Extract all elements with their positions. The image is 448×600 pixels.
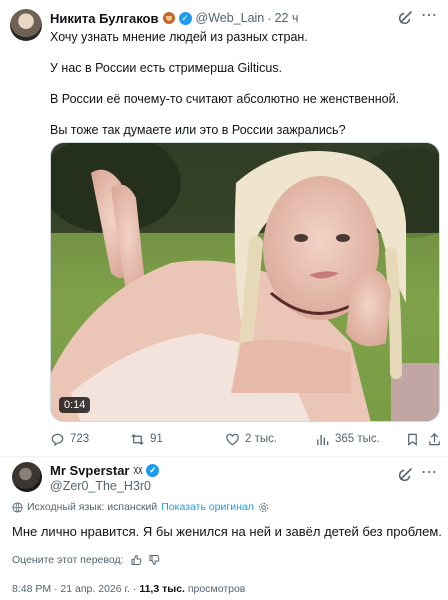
main-tweet: Никита Булгаков ✓ @Web_Lain · 22 ч ⋯ Хоч…	[0, 0, 448, 458]
share-button[interactable]	[427, 430, 442, 448]
like-count: 2 тыс.	[245, 433, 278, 445]
avatar[interactable]	[12, 462, 42, 492]
rate-label: Оцените этот перевод:	[12, 554, 124, 566]
thumbs-up-icon[interactable]	[130, 554, 142, 566]
tweet-paragraph: В России её почему-то считают абсолютно …	[50, 92, 400, 106]
views-icon	[317, 434, 329, 445]
timestamp[interactable]: 8:48 PM · 21 апр. 2026 г. ·	[12, 583, 139, 595]
more-icon[interactable]: ⋯	[421, 8, 438, 24]
tweet-meta: 8:48 PM · 21 апр. 2026 г. · 11,3 тыс. пр…	[12, 583, 245, 595]
views-button[interactable]: 365 тыс.	[315, 430, 380, 448]
bookmark-button[interactable]	[405, 430, 420, 448]
author-suffix: ᵡᵡ	[133, 463, 143, 478]
video-frame	[51, 143, 439, 421]
grok-icon[interactable]	[398, 466, 414, 482]
author-handle[interactable]: @Web_Lain	[196, 11, 265, 25]
avatar[interactable]	[10, 9, 42, 41]
grok-icon[interactable]	[398, 9, 414, 25]
tweet-time[interactable]: 22 ч	[275, 11, 299, 25]
tweet-header: Никита Булгаков ✓ @Web_Lain · 22 ч	[50, 9, 438, 27]
verified-badge-icon: ✓	[146, 464, 160, 477]
rate-translation: Оцените этот перевод:	[12, 554, 160, 566]
more-icon[interactable]: ⋯	[421, 465, 438, 481]
like-button[interactable]: 2 тыс.	[225, 430, 277, 448]
share-icon	[429, 432, 440, 445]
translation-note: Исходный язык: испанский Показать оригин…	[12, 501, 269, 513]
repost-icon	[131, 433, 144, 445]
verified-badge-icon: ✓	[178, 11, 192, 25]
repost-button[interactable]: 91	[130, 430, 163, 448]
tweet-text: Хочу узнать мнение людей из разных стран…	[50, 29, 440, 153]
gear-icon[interactable]	[258, 502, 269, 513]
thumbs-down-icon[interactable]	[148, 554, 160, 566]
emoji-icon	[162, 12, 175, 24]
repost-count: 91	[150, 433, 163, 445]
source-language: Исходный язык: испанский	[27, 501, 158, 513]
author-name: Mr Svperstar	[50, 463, 130, 478]
reply-text: Мне лично нравится. Я бы женился на ней …	[12, 524, 442, 539]
show-original-link[interactable]: Показать оригинал	[161, 501, 254, 513]
tweet-paragraph: У нас в России есть стримерша Gilticus.	[50, 61, 283, 75]
tweet-actions: 723 91 2 тыс. 365 тыс.	[50, 430, 442, 448]
views-label: просмотров	[184, 583, 246, 595]
reply-views-count: 11,3 тыс.	[139, 583, 185, 595]
reply-button[interactable]: 723	[50, 430, 89, 448]
views-count: 365 тыс.	[335, 433, 380, 445]
separator-dot: ·	[267, 10, 272, 26]
tweet-paragraph: Вы тоже так думаете или это в России заж…	[50, 123, 346, 137]
author-name[interactable]: Никита Булгаков	[50, 11, 159, 26]
globe-icon	[12, 501, 23, 513]
reply-author[interactable]: Mr Svperstar ᵡᵡ ✓	[50, 463, 160, 478]
bookmark-icon	[408, 433, 417, 446]
reply-count: 723	[70, 433, 90, 445]
tweet-paragraph: Хочу узнать мнение людей из разных стран…	[50, 30, 308, 44]
divider	[0, 456, 448, 457]
like-icon	[226, 433, 239, 445]
video-duration: 0:14	[59, 397, 91, 413]
reply-icon	[51, 433, 64, 446]
author-handle[interactable]: @Zer0_The_H3r0	[50, 479, 151, 493]
video-player[interactable]: 0:14	[50, 142, 440, 422]
